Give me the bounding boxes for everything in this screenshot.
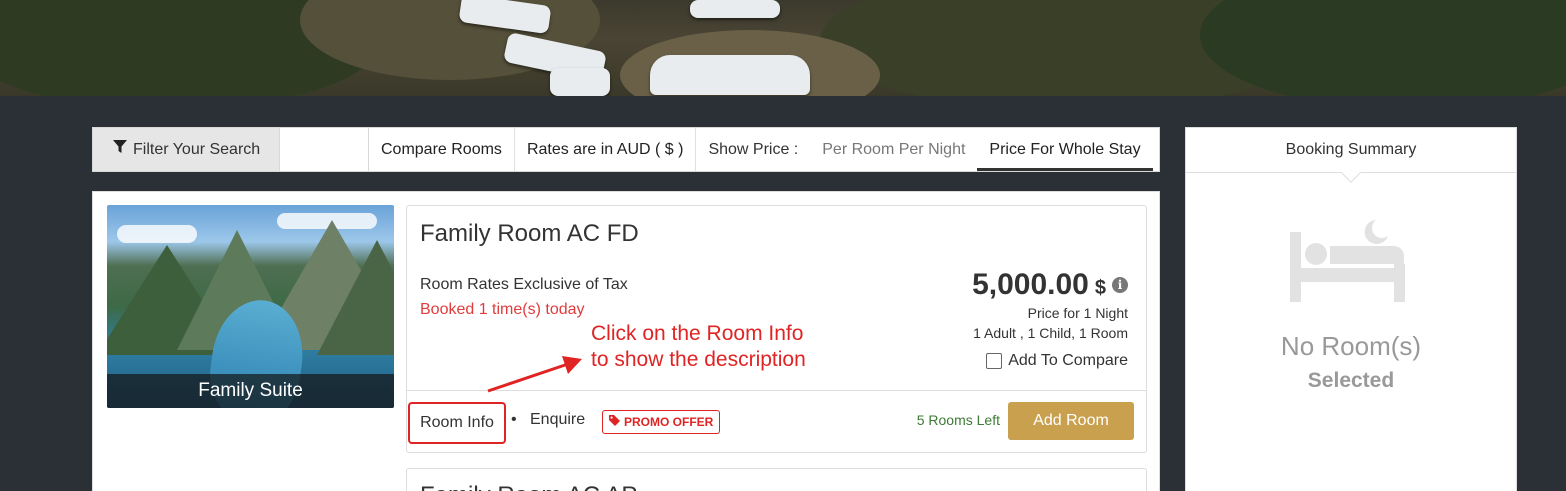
currency-rates-label[interactable]: Rates are in AUD ( $ ) (515, 128, 697, 171)
room-title: Family Room AC FD (420, 220, 639, 247)
booking-summary-title: Booking Summary (1285, 141, 1417, 158)
next-room-card: Family Room AC AP (406, 468, 1147, 491)
price-currency: $ (1094, 277, 1106, 299)
info-icon[interactable]: i (1112, 277, 1128, 293)
annotation-line-1: Click on the Room Info (591, 322, 804, 345)
booking-summary-panel: Booking Summary No Room(s) Selected (1185, 127, 1517, 491)
no-rooms-text: No Room(s) (1280, 331, 1422, 361)
per-room-per-night-option[interactable]: Per Room Per Night (810, 128, 977, 171)
bed-icon (1290, 208, 1410, 313)
room-image-caption: Family Suite (107, 374, 394, 408)
booked-today-note: Booked 1 time(s) today (420, 301, 585, 318)
show-price-label: Show Price : (708, 140, 799, 158)
compare-rooms-button[interactable]: Compare Rooms (369, 128, 515, 171)
filter-bar-spacer (280, 128, 369, 171)
booking-summary-header: Booking Summary (1186, 128, 1516, 183)
selected-text: Selected (1307, 369, 1395, 392)
filter-icon (113, 140, 127, 159)
rates-exclusive-note: Room Rates Exclusive of Tax (420, 276, 628, 293)
rooms-left-count: 5 Rooms Left (916, 412, 1000, 428)
room-price: 5,000.00 $ i (972, 268, 1128, 302)
add-to-compare[interactable]: Add To Compare (986, 352, 1128, 370)
room-info-link[interactable]: Room Info (408, 402, 506, 444)
next-room-title: Family Room AC AP (420, 482, 637, 491)
compare-checkbox[interactable] (986, 353, 1003, 369)
tag-icon (609, 415, 620, 429)
occupancy-summary: 1 Adult , 1 Child, 1 Room (973, 325, 1128, 341)
separator-dot: • (511, 411, 517, 428)
price-period: Price for 1 Night (1027, 305, 1128, 321)
enquire-link[interactable]: Enquire (530, 411, 585, 429)
filter-search-label: Filter Your Search (133, 140, 261, 158)
price-amount: 5,000.00 (972, 268, 1089, 301)
annotation-line-2: to show the description (591, 348, 806, 371)
promo-offer-badge[interactable]: PROMO OFFER (602, 410, 721, 434)
promo-offer-label: PROMO OFFER (624, 415, 714, 429)
price-whole-stay-option[interactable]: Price For Whole Stay (977, 128, 1153, 171)
filter-bar: Filter Your Search Compare Rooms Rates a… (92, 127, 1160, 172)
add-room-button[interactable]: Add Room (1008, 402, 1134, 440)
compare-label: Add To Compare (1008, 352, 1128, 369)
tutorial-annotation: Click on the Room Info to show the descr… (591, 321, 806, 373)
room-image[interactable]: Family Suite (107, 205, 394, 408)
filter-search-button[interactable]: Filter Your Search (93, 128, 280, 171)
hero-banner (0, 0, 1566, 96)
annotation-arrow-icon (487, 356, 582, 393)
